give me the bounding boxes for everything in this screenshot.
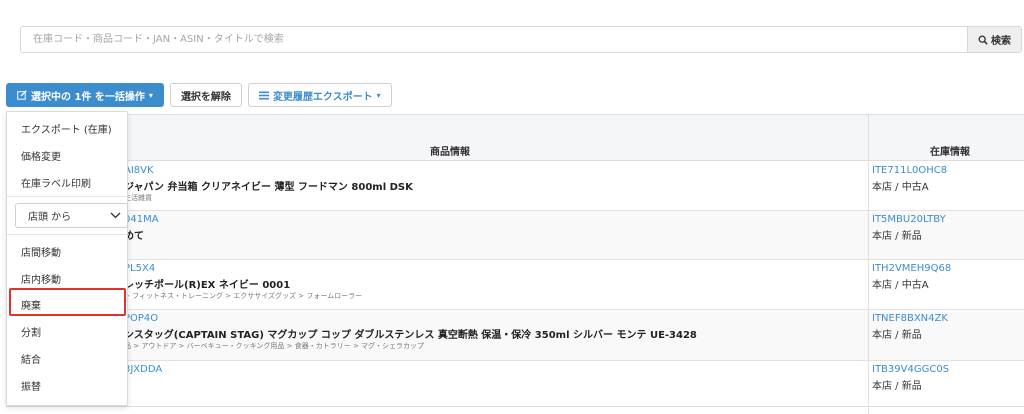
- menu-item-price-change[interactable]: 価格変更: [21, 148, 61, 163]
- stock-code-link[interactable]: ITNEF8BXN4ZK: [872, 313, 948, 324]
- search-bar: 検索: [20, 26, 1022, 53]
- stock-location: 本店 / 新品: [872, 231, 922, 242]
- product-code-link[interactable]: POP4O: [124, 313, 158, 324]
- menu-item-store-transfer[interactable]: 店間移動: [21, 244, 61, 259]
- product-title: レッチポール(R)EX ネイビー 0001: [124, 280, 291, 291]
- menu-item-merge[interactable]: 結合: [21, 351, 41, 366]
- stock-code-link[interactable]: ITE711L0OHC8: [872, 165, 947, 176]
- menu-item-transfer[interactable]: 振替: [21, 378, 41, 393]
- table-bottom-border: [6, 406, 1024, 407]
- menu-divider: [7, 234, 127, 235]
- header-stock: 在庫情報: [930, 147, 970, 158]
- inventory-table: 商品情報 在庫情報 AI8VK ジャパン 弁当箱 クリアネイビー 薄型 フードマ…: [6, 114, 1024, 414]
- menu-item-label-print[interactable]: 在庫ラベル印刷: [21, 175, 91, 190]
- product-code-link[interactable]: AI8VK: [124, 165, 154, 176]
- export-history-button[interactable]: 変更履歴エクスポート ▾: [247, 83, 392, 107]
- store-select[interactable]: 店頭 から: [15, 203, 128, 228]
- export-history-label: 変更履歴エクスポート: [272, 91, 373, 103]
- search-button[interactable]: 検索: [967, 27, 1021, 52]
- header-product: 商品情報: [430, 147, 470, 158]
- caret-down-icon: ▾: [148, 90, 153, 100]
- table-row[interactable]: PL5X4 レッチポール(R)EX ネイビー 0001 > フィットネス・トレー…: [6, 260, 1024, 310]
- stock-location: 本店 / 中古A: [872, 182, 929, 193]
- search-input[interactable]: [21, 27, 967, 52]
- product-code-link[interactable]: 041MA: [124, 214, 159, 225]
- menu-item-split[interactable]: 分割: [21, 324, 41, 339]
- table-row[interactable]: AI8VK ジャパン 弁当箱 クリアネイビー 薄型 フードマン 800ml DS…: [6, 162, 1024, 211]
- menu-divider: [7, 196, 127, 197]
- product-category: 品 > アウトドア > バーベキュー・クッキング用品 > 食器・カトラリー > …: [124, 342, 425, 350]
- stock-code-link[interactable]: IT5MBU20LTBY: [872, 214, 946, 225]
- product-category: > フィットネス・トレーニング > エクササイズグッズ > フォームローラー: [124, 292, 363, 300]
- search-icon: [978, 35, 988, 45]
- deselect-button[interactable]: 選択を解除: [169, 83, 242, 107]
- product-code-link[interactable]: PL5X4: [124, 263, 155, 274]
- product-code-link[interactable]: 3JXDDA: [124, 364, 162, 375]
- menu-item-export-stock[interactable]: エクスポート (在庫): [21, 121, 112, 136]
- table-row[interactable]: 3JXDDA ITB39V4GGC0S 本店 / 新品: [6, 361, 1024, 407]
- search-button-label: 検索: [991, 36, 1011, 47]
- chevron-down-icon: [110, 212, 121, 219]
- highlight-box: [9, 288, 126, 316]
- deselect-label: 選択を解除: [180, 91, 231, 103]
- stock-location: 本店 / 新品: [872, 381, 922, 392]
- menu-item-in-store-move[interactable]: 店内移動: [21, 271, 61, 286]
- toolbar: 選択中の 1件 を一括操作 ▾ 選択を解除 変更履歴エクスポート ▾: [6, 83, 392, 107]
- table-header: 商品情報 在庫情報: [6, 115, 1024, 161]
- stock-code-link[interactable]: ITH2VMEH9Q68: [872, 263, 951, 274]
- stock-location: 本店 / 新品: [872, 330, 922, 341]
- caret-down-icon: ▾: [376, 90, 381, 100]
- bulk-action-button[interactable]: 選択中の 1件 を一括操作 ▾: [6, 83, 164, 107]
- list-icon: [258, 91, 269, 99]
- stock-location: 本店 / 中古A: [872, 280, 929, 291]
- table-row[interactable]: POP4O ンスタッグ(CAPTAIN STAG) マグカップ コップ ダブルス…: [6, 310, 1024, 361]
- edit-icon: [17, 90, 27, 100]
- store-select-value: 店頭 から: [28, 212, 72, 223]
- product-title: ジャパン 弁当箱 クリアネイビー 薄型 フードマン 800ml DSK: [124, 182, 413, 193]
- table-row[interactable]: 041MA めて IT5MBU20LTBY 本店 / 新品: [6, 211, 1024, 260]
- column-divider: [868, 115, 869, 414]
- bulk-action-menu: エクスポート (在庫) 価格変更 在庫ラベル印刷 店頭 から 店間移動 店内移動…: [6, 111, 128, 406]
- stock-code-link[interactable]: ITB39V4GGC0S: [872, 364, 949, 375]
- product-title: ンスタッグ(CAPTAIN STAG) マグカップ コップ ダブルステンレス 真…: [124, 330, 697, 341]
- bulk-action-label: 選択中の 1件 を一括操作: [31, 91, 145, 103]
- product-category: 生活雑貨: [124, 194, 152, 202]
